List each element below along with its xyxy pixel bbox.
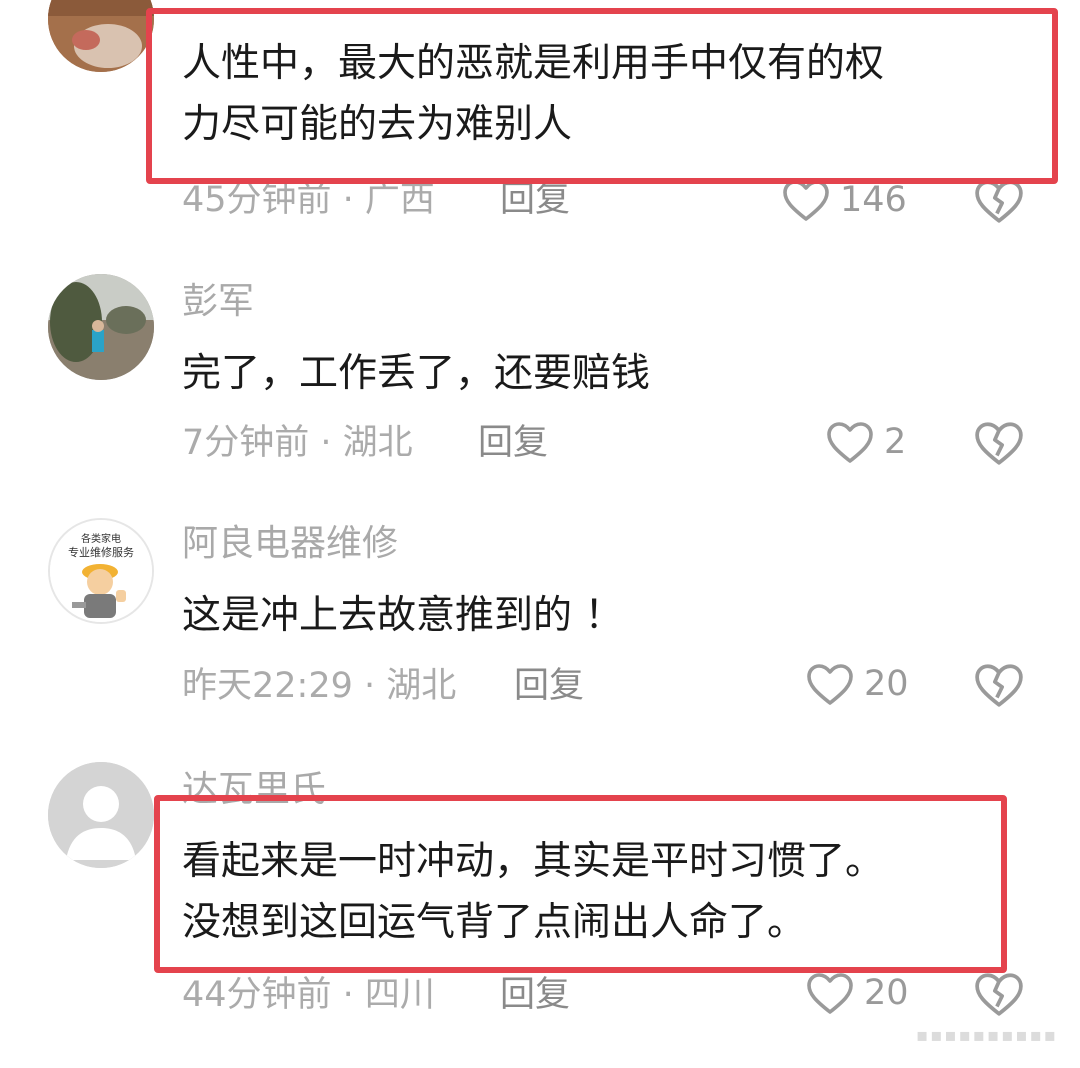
comment-text: 这是冲上去故意推到的 ！ — [182, 596, 623, 635]
broken-heart-icon[interactable] — [974, 420, 1024, 466]
comment-text-line: 人性中，最大的恶就是利用手中仅有的权 — [182, 41, 885, 86]
like-button[interactable]: 20 — [806, 971, 909, 1015]
avatar[interactable]: 各类家电 专业维修服务 — [48, 518, 154, 624]
avatar[interactable] — [48, 274, 154, 380]
reply-button[interactable]: 回复 — [478, 426, 548, 461]
broken-heart-icon[interactable] — [974, 662, 1024, 708]
comment-text-line: 完了，工作丢了，还要赔钱 — [182, 351, 651, 396]
avatar-text: 各类家电 — [81, 532, 121, 545]
heart-outline-icon — [827, 422, 873, 463]
comment-time-location: 44分钟前 · 四川 — [182, 975, 435, 1015]
comment-item: 彭军 完了，工作丢了，还要赔钱 7分钟前 · 湖北 回复 2 — [0, 250, 1080, 490]
reply-button[interactable]: 回复 — [500, 183, 570, 218]
comment-author[interactable]: 彭军 — [182, 284, 254, 320]
broken-heart-icon[interactable] — [974, 971, 1024, 1017]
avatar[interactable] — [48, 0, 154, 72]
like-count: 146 — [840, 179, 907, 220]
heart-outline-icon — [807, 973, 853, 1014]
comment-text-line: 看起来是一时冲动，其实是平时习惯了。 — [182, 839, 885, 884]
comment-time-location: 昨天22:29 · 湖北 — [182, 666, 457, 706]
comment-item: 各类家电 专业维修服务 阿良电器维修 这是冲上去故意推到的 ！ 昨天22:29 … — [0, 490, 1080, 740]
reply-button[interactable]: 回复 — [514, 669, 584, 704]
reply-button[interactable]: 回复 — [500, 978, 570, 1013]
heart-outline-icon — [783, 180, 829, 221]
like-count: 2 — [884, 421, 907, 462]
comment-text-line: 力尽可能的去为难别人 — [182, 102, 573, 147]
like-button[interactable]: 2 — [826, 420, 906, 464]
like-button[interactable]: 20 — [806, 662, 909, 706]
comment-text-line: 没想到这回运气背了点闹出人命了。 — [182, 900, 807, 945]
comment-time-location: 7分钟前 · 湖北 — [182, 423, 413, 463]
watermark: ▪▪▪▪▪▪▪▪▪▪ — [916, 1025, 1058, 1046]
heart-outline-icon — [807, 664, 853, 705]
like-count: 20 — [864, 663, 909, 704]
comment-text-line: 这是冲上去故意推到的 ！ — [182, 593, 624, 638]
comment-author[interactable]: 阿良电器维修 — [182, 526, 398, 562]
like-button[interactable]: 146 — [782, 178, 907, 222]
comment-item: 人性中，最大的恶就是利用手中仅有的权 力尽可能的去为难别人 45分钟前 · 广西… — [0, 0, 1080, 250]
broken-heart-icon[interactable] — [974, 178, 1024, 224]
avatar-text: 专业维修服务 — [68, 545, 134, 559]
avatar[interactable] — [48, 762, 154, 868]
like-count: 20 — [864, 972, 909, 1013]
comment-time-location: 45分钟前 · 广西 — [182, 180, 435, 220]
comment-author[interactable]: 达瓦里氏 — [182, 772, 326, 808]
comment-text: 看起来是一时冲动，其实是平时习惯了。 没想到这回运气背了点闹出人命了。 — [182, 842, 884, 942]
comment-text: 人性中，最大的恶就是利用手中仅有的权 力尽可能的去为难别人 — [182, 44, 884, 144]
comment-item: 达瓦里氏 看起来是一时冲动，其实是平时习惯了。 没想到这回运气背了点闹出人命了。… — [0, 740, 1080, 1068]
comment-text: 完了，工作丢了，还要赔钱 — [182, 354, 650, 393]
